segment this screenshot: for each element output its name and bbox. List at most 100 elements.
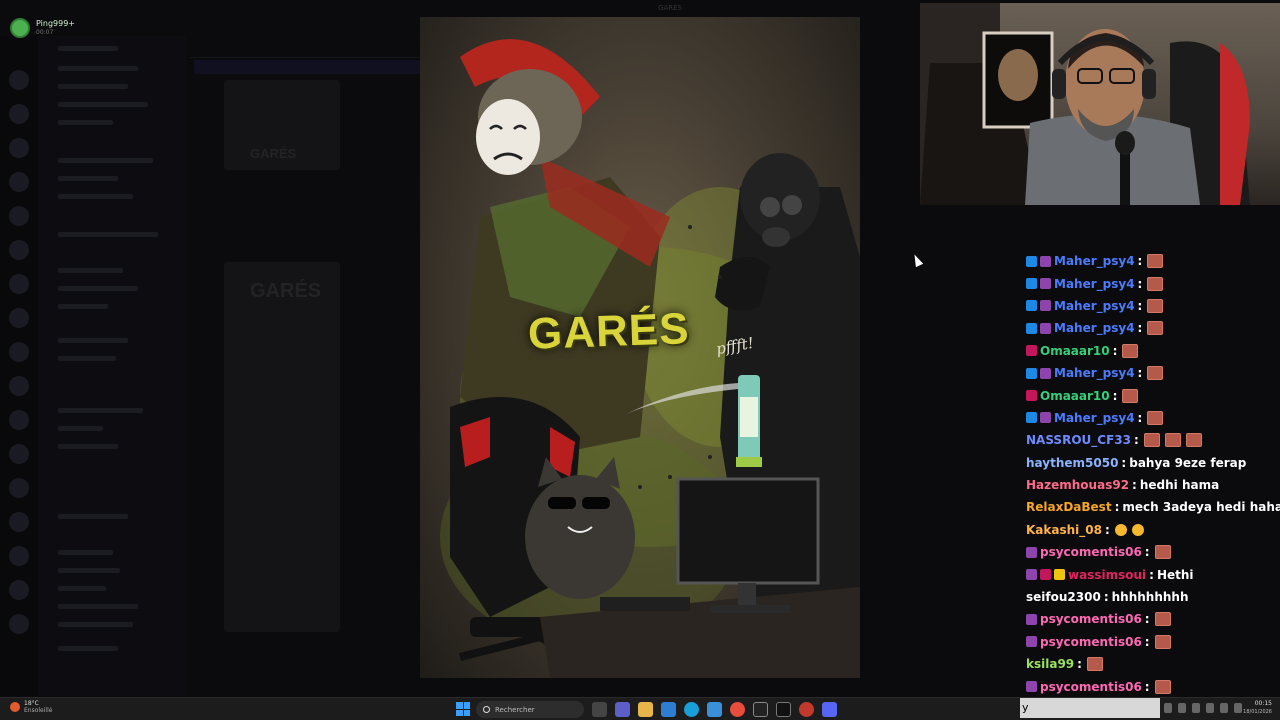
server-icon[interactable] xyxy=(9,376,29,396)
chat-username[interactable]: Maher_psy4 xyxy=(1054,411,1135,425)
blue-badge-icon[interactable] xyxy=(1026,255,1037,267)
chat-username[interactable]: Kakashi_08 xyxy=(1026,523,1102,537)
chat-message: wassimsoui: Hethi xyxy=(1018,563,1280,585)
server-icon[interactable] xyxy=(9,478,29,498)
chat-username[interactable]: Maher_psy4 xyxy=(1054,299,1135,313)
server-icon[interactable] xyxy=(9,308,29,328)
store-icon[interactable] xyxy=(661,702,676,717)
server-icon[interactable] xyxy=(9,512,29,532)
purple-badge-icon[interactable] xyxy=(1026,636,1037,648)
blue-badge-icon[interactable] xyxy=(1026,367,1037,379)
system-tray xyxy=(1164,703,1242,713)
sun-icon xyxy=(10,702,20,712)
discord-icon[interactable] xyxy=(822,702,837,717)
post-image[interactable] xyxy=(224,262,340,632)
chrome-icon[interactable] xyxy=(730,702,745,717)
channel-banner xyxy=(194,60,420,74)
chat-username[interactable]: wassimsoui xyxy=(1068,568,1146,582)
chat-username[interactable]: Maher_psy4 xyxy=(1054,254,1135,268)
chat-username[interactable]: Omaaar10 xyxy=(1040,389,1110,403)
chat-username[interactable]: Hazemhouas92 xyxy=(1026,478,1129,492)
purple-badge-icon[interactable] xyxy=(1026,681,1037,693)
server-icon[interactable] xyxy=(9,70,29,90)
purple-badge-icon[interactable] xyxy=(1040,367,1051,379)
steam-icon[interactable] xyxy=(776,702,791,717)
emoji-icon xyxy=(1131,523,1144,536)
chat-username[interactable]: ksila99 xyxy=(1026,657,1074,671)
server-icon[interactable] xyxy=(9,104,29,124)
server-icon[interactable] xyxy=(9,410,29,430)
chat-input[interactable]: y xyxy=(1020,698,1160,718)
blue-badge-icon[interactable] xyxy=(1026,412,1037,424)
server-icon[interactable] xyxy=(9,614,29,634)
chat-panel[interactable]: Maher_psy4: Maher_psy4: Maher_psy4: Maher_p… xyxy=(1018,250,1280,696)
purple-badge-icon[interactable] xyxy=(1026,546,1037,558)
server-icon[interactable] xyxy=(9,172,29,192)
purple-badge-icon[interactable] xyxy=(1026,569,1037,581)
user-panel[interactable]: Ping999+ 00:07 xyxy=(10,16,75,40)
chat-message: RelaxDaBest: mech 3adeya hedi haha xyxy=(1018,496,1280,518)
chat-username[interactable]: Maher_psy4 xyxy=(1054,321,1135,335)
clock-time: 00:15 xyxy=(1254,700,1272,707)
server-list xyxy=(0,36,38,696)
pink-badge-icon[interactable] xyxy=(1026,390,1037,402)
blue-badge-icon[interactable] xyxy=(1026,322,1037,334)
taskbar-clock[interactable]: 00:15 18/01/2026 xyxy=(1236,700,1272,716)
server-icon[interactable] xyxy=(9,580,29,600)
chat-username[interactable]: psycomentis06 xyxy=(1040,612,1142,626)
server-icon[interactable] xyxy=(9,240,29,260)
chat-username[interactable]: haythem5050 xyxy=(1026,456,1118,470)
notification-icon[interactable] xyxy=(1220,703,1228,713)
purple-badge-icon[interactable] xyxy=(1040,300,1051,312)
chat-separator: : xyxy=(1103,590,1109,605)
battery-icon[interactable] xyxy=(1206,703,1214,713)
pink-badge-icon[interactable] xyxy=(1026,345,1037,357)
chat-separator: : xyxy=(1137,366,1143,381)
blue-badge-icon[interactable] xyxy=(1026,300,1037,312)
emote-icon xyxy=(1164,433,1181,448)
chat-text: Hethi xyxy=(1156,567,1194,582)
file-explorer-icon[interactable] xyxy=(638,702,653,717)
app-icon[interactable] xyxy=(799,702,814,717)
emote-icon xyxy=(1154,612,1171,627)
server-icon[interactable] xyxy=(9,206,29,226)
blue-badge-icon[interactable] xyxy=(1026,278,1037,290)
server-icon[interactable] xyxy=(9,274,29,294)
purple-badge-icon[interactable] xyxy=(1040,255,1051,267)
purple-badge-icon[interactable] xyxy=(1040,412,1051,424)
purple-badge-icon[interactable] xyxy=(1040,278,1051,290)
taskbar-search[interactable]: Rechercher xyxy=(476,701,584,718)
purple-badge-icon[interactable] xyxy=(1026,613,1037,625)
task-view-icon[interactable] xyxy=(592,702,607,717)
chat-message: ksila99: xyxy=(1018,653,1280,675)
network-icon[interactable] xyxy=(1178,703,1186,713)
chat-username[interactable]: Maher_psy4 xyxy=(1054,277,1135,291)
teams-icon[interactable] xyxy=(615,702,630,717)
chevron-up-icon[interactable] xyxy=(1164,703,1172,713)
chat-separator: : xyxy=(1137,276,1143,291)
channel-list xyxy=(38,36,186,696)
chat-username[interactable]: psycomentis06 xyxy=(1040,680,1142,694)
server-icon[interactable] xyxy=(9,342,29,362)
start-button[interactable] xyxy=(456,702,470,716)
purple-badge-icon[interactable] xyxy=(1040,322,1051,334)
weather-widget[interactable]: 18°C Ensoleillé xyxy=(10,700,52,714)
chat-username[interactable]: Omaaar10 xyxy=(1040,344,1110,358)
gold-badge-icon[interactable] xyxy=(1054,569,1065,581)
chat-username[interactable]: seifou2300 xyxy=(1026,590,1101,604)
volume-icon[interactable] xyxy=(1192,703,1200,713)
chat-username[interactable]: psycomentis06 xyxy=(1040,635,1142,649)
chat-username[interactable]: Maher_psy4 xyxy=(1054,366,1135,380)
mail-icon[interactable] xyxy=(707,702,722,717)
edge-icon[interactable] xyxy=(684,702,699,717)
chat-message: psycomentis06: xyxy=(1018,675,1280,696)
pink-badge-icon[interactable] xyxy=(1040,569,1051,581)
obs-icon[interactable] xyxy=(753,702,768,717)
chat-username[interactable]: NASSROU_CF33 xyxy=(1026,433,1131,447)
server-icon[interactable] xyxy=(9,444,29,464)
chat-username[interactable]: RelaxDaBest xyxy=(1026,500,1112,514)
server-icon[interactable] xyxy=(9,138,29,158)
chat-username[interactable]: psycomentis06 xyxy=(1040,545,1142,559)
chat-message: psycomentis06: xyxy=(1018,631,1280,653)
server-icon[interactable] xyxy=(9,546,29,566)
